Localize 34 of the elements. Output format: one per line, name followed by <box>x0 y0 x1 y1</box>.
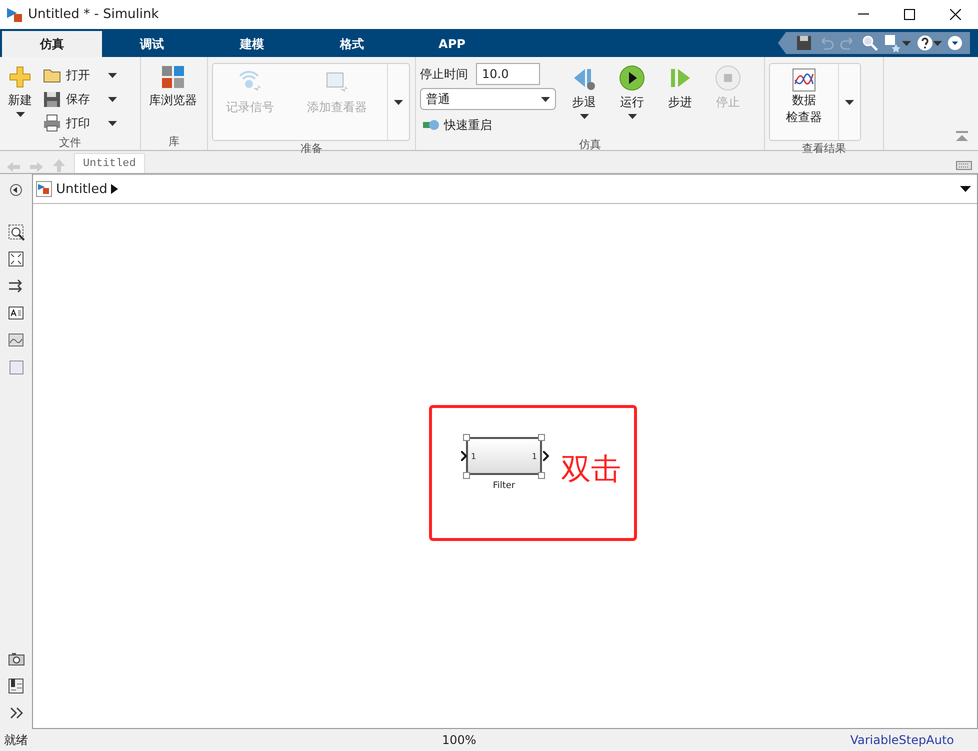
stop-time-field[interactable]: 10.0 <box>476 63 540 85</box>
ribbon-tab[interactable]: 调试 <box>102 31 202 57</box>
file-menu-button[interactable]: 打印 <box>40 111 119 135</box>
solver-link[interactable]: VariableStepAuto <box>850 733 954 747</box>
stop-time-label: 停止时间 <box>420 66 468 82</box>
ribbon-tab[interactable]: 格式 <box>302 31 402 57</box>
model-tab[interactable]: Untitled <box>74 153 145 173</box>
library-browser-button[interactable]: 库浏览器 <box>145 63 201 111</box>
group-label: 文件 <box>58 135 82 150</box>
new-button[interactable]: 新建 <box>4 63 36 119</box>
simulation-button[interactable]: 运行 <box>612 63 652 121</box>
group-label: 仿真 <box>578 137 602 152</box>
group-label: 查看结果 <box>801 141 847 156</box>
port-number: 1 <box>532 452 537 460</box>
data-inspector-button[interactable]: 数据 检查器 <box>770 64 838 140</box>
file-menu-button[interactable]: 保存 <box>40 87 119 111</box>
annotation-text: 双击 <box>561 451 621 489</box>
simulation-button[interactable]: 步进 <box>660 63 700 113</box>
zoom-level: 100% <box>440 733 476 747</box>
ribbon-tab[interactable]: 仿真 <box>2 31 102 57</box>
simulation-mode-dropdown[interactable]: 普通 <box>420 88 556 110</box>
ribbon-tab[interactable]: APP <box>402 31 502 57</box>
breadcrumb-link[interactable]: Untitled <box>56 182 108 196</box>
port-number: 1 <box>471 452 476 460</box>
file-menu-button[interactable]: 打开 <box>40 63 119 87</box>
simulation-button[interactable]: 步退 <box>564 63 604 121</box>
group-label: 库 <box>168 134 180 150</box>
block-name: Filter <box>492 481 516 491</box>
status-text: 就绪 <box>4 732 28 748</box>
fast-restart-button[interactable]: 快速重启 <box>420 113 556 137</box>
window-title: Untitled * - Simulink <box>28 7 160 22</box>
ribbon-tab[interactable]: 建模 <box>202 31 302 57</box>
group-label: 准备 <box>300 141 324 156</box>
filter-block[interactable]: 1 1 <box>466 437 542 475</box>
